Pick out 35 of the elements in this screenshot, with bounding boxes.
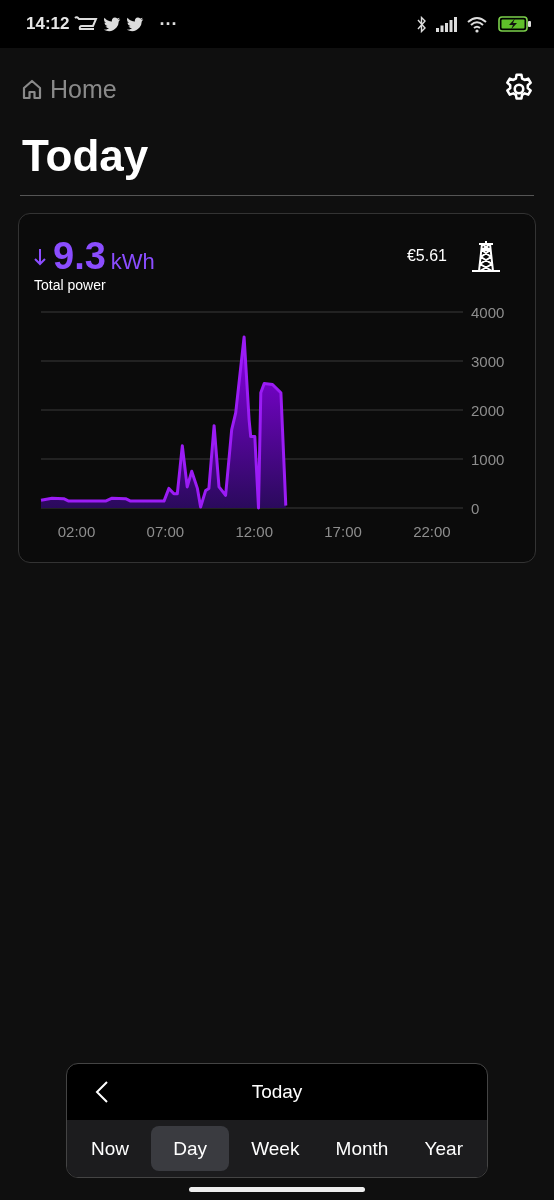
cost-value: €5.61	[406, 247, 447, 265]
arrow-down-icon	[34, 246, 46, 266]
home-link[interactable]: Home	[22, 74, 117, 104]
y-axis-label: 4000	[471, 304, 505, 321]
bird-icon	[126, 16, 145, 32]
energy-label: Total power	[34, 277, 107, 293]
x-axis-label: 12:00	[235, 523, 273, 540]
y-axis-label: 1000	[471, 451, 505, 468]
period-tab[interactable]: Day	[151, 1126, 229, 1171]
x-axis-label: 07:00	[146, 523, 185, 540]
battery-charging-icon	[498, 16, 532, 32]
y-axis-label: 0	[471, 500, 480, 517]
period-tab[interactable]: Now	[77, 1126, 143, 1171]
signal-icon	[436, 16, 458, 32]
cart-icon	[74, 16, 99, 32]
period-title: Today	[251, 1081, 303, 1103]
power-pylon-icon	[471, 240, 501, 272]
energy-unit: kWh	[110, 249, 155, 275]
x-axis-label: 02:00	[57, 523, 96, 540]
period-tab[interactable]: Week	[237, 1126, 314, 1171]
status-time: 14:12	[26, 14, 70, 34]
wifi-icon	[467, 15, 489, 33]
chevron-left-icon	[95, 1080, 109, 1104]
x-axis-label: 22:00	[413, 523, 451, 540]
bluetooth-icon	[417, 15, 427, 33]
y-axis-label: 3000	[471, 353, 505, 370]
bird-icon	[103, 16, 122, 32]
y-axis-label: 2000	[471, 402, 505, 419]
home-icon	[22, 78, 42, 100]
more-notifications: ···	[159, 13, 178, 35]
period-tab[interactable]: Month	[321, 1126, 403, 1171]
period-tab[interactable]: Year	[410, 1126, 477, 1171]
x-axis-label: 17:00	[324, 523, 362, 540]
energy-value: 9.3	[53, 236, 106, 276]
page-title: Today	[22, 130, 150, 182]
